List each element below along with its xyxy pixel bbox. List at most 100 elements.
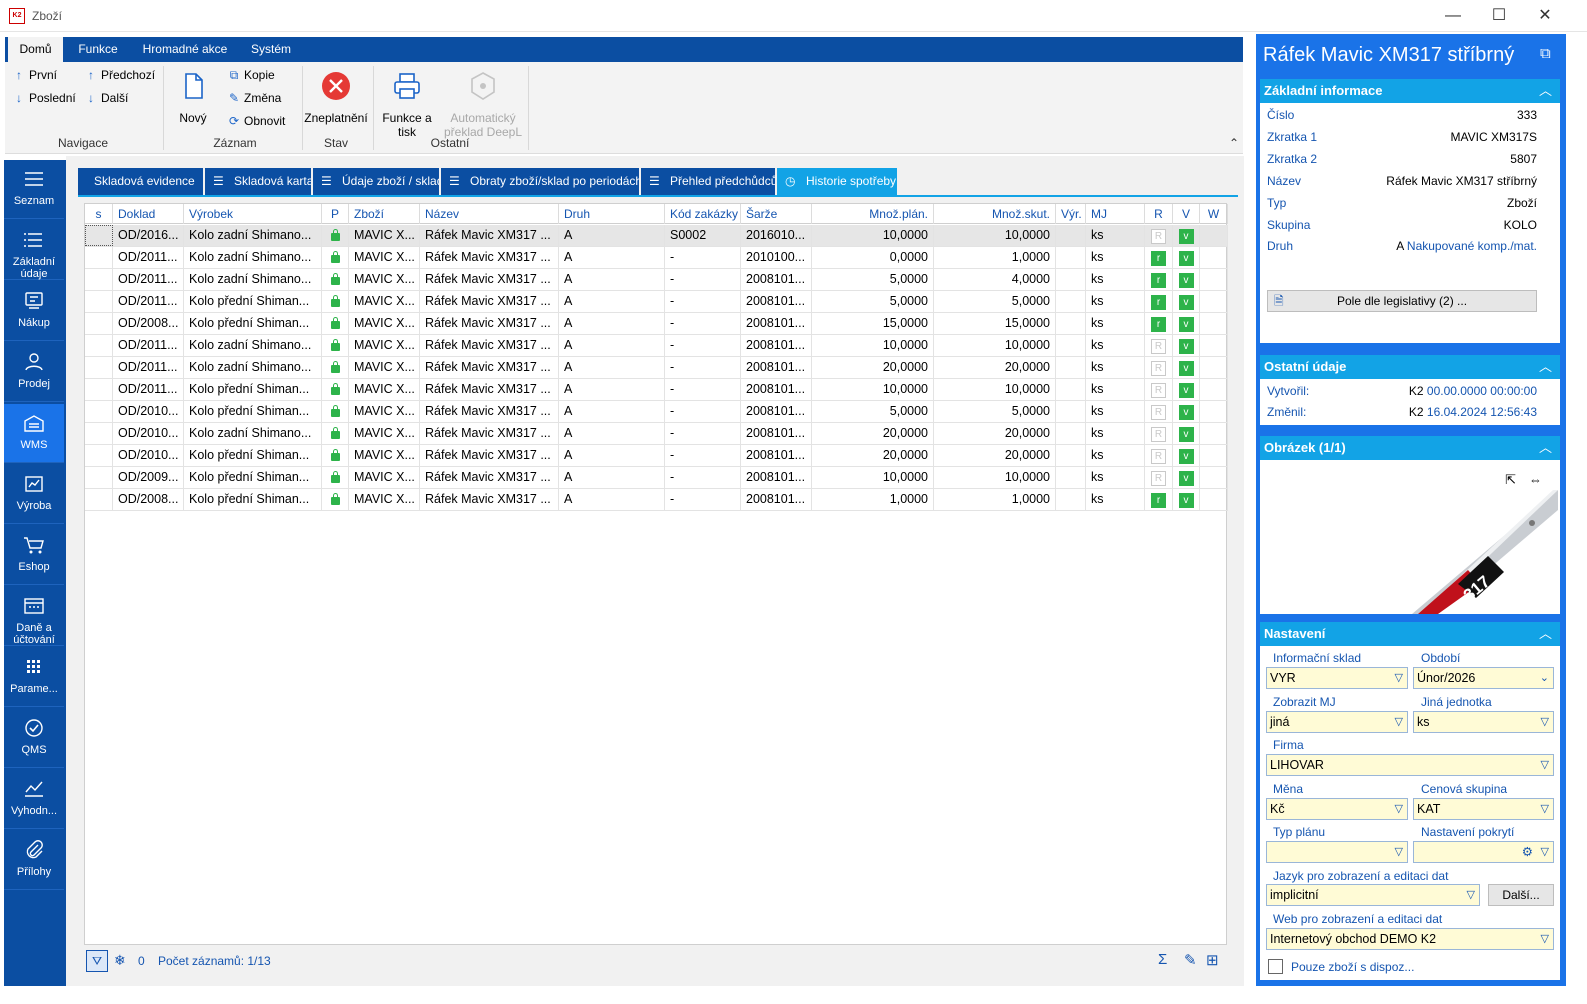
- table-row[interactable]: OD/2010... Kolo zadní Shimano... MAVIC X..…: [85, 423, 1228, 445]
- sidebar-item-wms[interactable]: WMS: [4, 404, 64, 463]
- ribbon-tab-functions[interactable]: Funkce: [71, 37, 125, 62]
- table-row[interactable]: OD/2011... Kolo přední Shiman... MAVIC X..…: [85, 291, 1228, 313]
- display-unit-select[interactable]: jiná ▽: [1266, 711, 1408, 733]
- edit-icon[interactable]: ✎: [1184, 951, 1197, 969]
- tab-predecessors[interactable]: ☰ Přehled předchůdců: [641, 168, 775, 195]
- deepl-translate-button[interactable]: Automatický překlad DeepL: [440, 70, 526, 139]
- section-image-header[interactable]: Obrázek (1/1) ︿: [1260, 436, 1560, 460]
- sidebar-item-qms[interactable]: QMS: [4, 709, 64, 768]
- column-header[interactable]: Šarže: [741, 204, 812, 224]
- sidebar-item-eshop[interactable]: Eshop: [4, 526, 64, 585]
- collapse-ribbon-button[interactable]: ⌃: [1229, 136, 1239, 150]
- change-button[interactable]: ✎ Změna: [227, 91, 281, 105]
- column-header[interactable]: R: [1145, 204, 1173, 224]
- column-header[interactable]: W: [1200, 204, 1228, 224]
- table-settings-icon[interactable]: ⊞: [1206, 951, 1219, 969]
- more-button[interactable]: Další...: [1488, 884, 1554, 906]
- last-button[interactable]: ↓ Poslední: [12, 91, 76, 105]
- currency-select[interactable]: Kč ▽: [1266, 798, 1408, 820]
- table-row[interactable]: OD/2011... Kolo zadní Shimano... MAVIC X..…: [85, 357, 1228, 379]
- table-row[interactable]: OD/2011... Kolo zadní Shimano... MAVIC X..…: [85, 247, 1228, 269]
- next-button[interactable]: ↓ Další: [84, 91, 128, 105]
- table-row[interactable]: OD/2010... Kolo přední Shiman... MAVIC X..…: [85, 401, 1228, 423]
- table-row[interactable]: OD/2016... Kolo zadní Shimano... MAVIC X..…: [85, 225, 1228, 247]
- period-select[interactable]: Únor/2026 ⌄: [1413, 667, 1554, 689]
- price-group-select[interactable]: KAT ▽: [1413, 798, 1554, 820]
- gear-icon[interactable]: ⚙: [1522, 842, 1533, 862]
- tab-turnover-by-period[interactable]: ☰ Obraty zboží/sklad po periodách: [441, 168, 639, 195]
- company-select[interactable]: LIHOVAR ▽: [1266, 754, 1554, 776]
- column-header[interactable]: Doklad: [113, 204, 184, 224]
- table-cell: Kolo přední Shiman...: [184, 467, 322, 488]
- first-button[interactable]: ↑ První: [12, 68, 57, 82]
- invalidate-button[interactable]: Zneplatnění: [303, 70, 369, 125]
- snowflake-icon[interactable]: ❄: [114, 952, 126, 969]
- column-header[interactable]: Druh: [559, 204, 665, 224]
- filter-icon[interactable]: ⛛: [86, 950, 108, 972]
- column-header[interactable]: Množ.plán.: [812, 204, 934, 224]
- section-other-header[interactable]: Ostatní údaje ︿: [1260, 355, 1560, 379]
- plan-type-select[interactable]: ▽: [1266, 841, 1408, 863]
- column-header[interactable]: Název: [420, 204, 559, 224]
- only-available-checkbox[interactable]: [1268, 959, 1283, 974]
- open-external-icon[interactable]: ⧉: [1540, 45, 1551, 62]
- info-warehouse-select[interactable]: VYR ▽: [1266, 667, 1408, 689]
- table-row[interactable]: OD/2011... Kolo zadní Shimano... MAVIC X..…: [85, 269, 1228, 291]
- sidebar-item-sales[interactable]: Prodej: [4, 343, 64, 402]
- copy-button[interactable]: ⧉ Kopie: [227, 68, 275, 83]
- fit-width-icon[interactable]: ⇔: [1529, 472, 1542, 487]
- sidebar-item-list[interactable]: Seznam: [4, 160, 64, 219]
- column-header[interactable]: Výr.: [1056, 204, 1086, 224]
- expand-image-icon[interactable]: ⇱: [1505, 472, 1516, 488]
- other-unit-select[interactable]: ks ▽: [1413, 711, 1554, 733]
- sidebar-item-purchase[interactable]: Nákup: [4, 282, 64, 341]
- sidebar-item-basic-data[interactable]: Základní údaje: [4, 221, 64, 280]
- table-row[interactable]: OD/2009... Kolo přední Shiman... MAVIC X..…: [85, 467, 1228, 489]
- sidebar-item-parameters[interactable]: Parame...: [4, 648, 64, 707]
- language-select[interactable]: implicitní ▽: [1266, 884, 1480, 906]
- kind-link[interactable]: Nakupované komp./mat.: [1407, 239, 1537, 253]
- ribbon-tab-system[interactable]: Systém: [245, 37, 297, 62]
- new-button[interactable]: Nový: [173, 70, 213, 125]
- close-button[interactable]: ✕: [1522, 0, 1568, 32]
- column-header[interactable]: V: [1173, 204, 1200, 224]
- flag-v-checkbox: v: [1178, 383, 1194, 398]
- table-row[interactable]: OD/2008... Kolo přední Shiman... MAVIC X..…: [85, 489, 1228, 511]
- refresh-button[interactable]: ⟳ Obnovit: [227, 114, 285, 128]
- legislation-fields-button[interactable]: 🗎 Pole dle legislativy (2) ...: [1267, 290, 1537, 312]
- column-header[interactable]: Výrobek: [184, 204, 322, 224]
- cell-v: v: [1173, 291, 1200, 312]
- tab-consumption-history[interactable]: ◷ Historie spotřeby: [777, 168, 897, 195]
- ribbon-tab-bulk-actions[interactable]: Hromadné akce: [135, 37, 235, 62]
- sidebar-item-accounting[interactable]: Daně a účtování: [4, 587, 64, 646]
- print-button[interactable]: Funkce a tisk: [377, 70, 437, 139]
- web-select[interactable]: Internetový obchod DEMO K2 ▽: [1266, 928, 1554, 950]
- column-header[interactable]: Množ.skut.: [934, 204, 1056, 224]
- ribbon-tab-home[interactable]: Domů: [8, 37, 63, 62]
- section-settings-header[interactable]: Nastavení ︿: [1260, 622, 1560, 646]
- tab-stock-card[interactable]: ☰ Skladová karta: [205, 168, 311, 195]
- tab-goods-stock-data[interactable]: ☰ Údaje zboží / sklad: [313, 168, 439, 195]
- table-row[interactable]: OD/2010... Kolo přední Shiman... MAVIC X..…: [85, 445, 1228, 467]
- column-header[interactable]: Zboží: [349, 204, 420, 224]
- coverage-settings-select[interactable]: ⚙ ▽: [1413, 841, 1554, 863]
- minimize-button[interactable]: —: [1430, 0, 1476, 32]
- column-header[interactable]: Kód zakázky: [665, 204, 741, 224]
- section-basic-info-header[interactable]: Základní informace ︿: [1260, 79, 1560, 103]
- info-field: Skupina KOLO: [1267, 218, 1537, 232]
- column-header[interactable]: P: [322, 204, 349, 224]
- field-kind: Druh A Nakupované komp./mat.: [1267, 239, 1537, 253]
- table-row[interactable]: OD/2008... Kolo přední Shiman... MAVIC X..…: [85, 313, 1228, 335]
- table-row[interactable]: OD/2011... Kolo přední Shiman... MAVIC X..…: [85, 379, 1228, 401]
- table-row[interactable]: OD/2011... Kolo zadní Shimano... MAVIC X..…: [85, 335, 1228, 357]
- tab-stock-evidence[interactable]: Skladová evidence: [78, 168, 203, 195]
- column-header[interactable]: MJ: [1086, 204, 1145, 224]
- previous-button[interactable]: ↑ Předchozí: [84, 68, 155, 82]
- sidebar-item-analytics[interactable]: Vyhodn...: [4, 770, 64, 829]
- sum-icon[interactable]: Σ: [1158, 951, 1167, 968]
- sidebar-item-attachments[interactable]: Přílohy: [4, 831, 64, 890]
- sidebar-item-production[interactable]: Výroba: [4, 465, 64, 524]
- flag-v-checkbox: v: [1178, 339, 1194, 354]
- maximize-button[interactable]: ☐: [1476, 0, 1522, 32]
- column-header[interactable]: s: [85, 204, 113, 224]
